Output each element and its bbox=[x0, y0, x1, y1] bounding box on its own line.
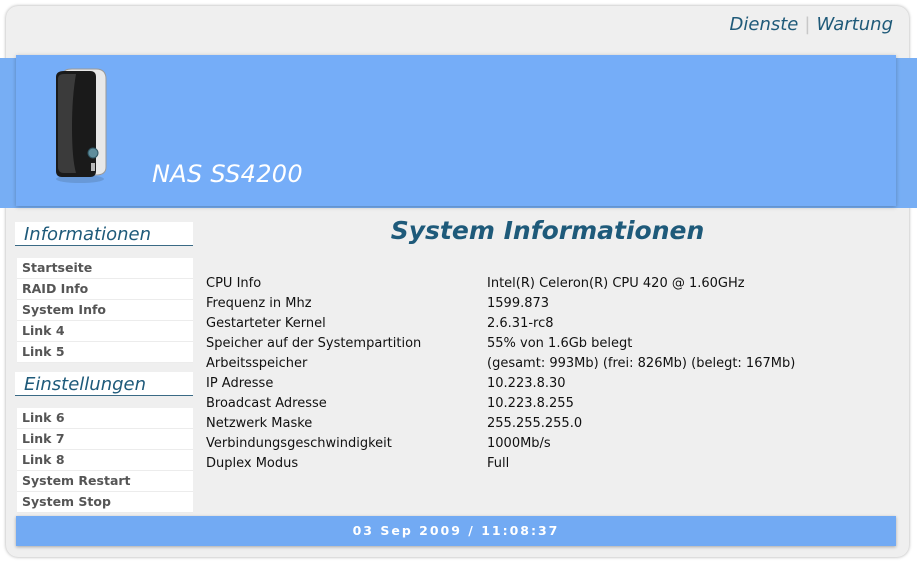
sidebar-item-link-7[interactable]: Link 7 bbox=[17, 429, 193, 450]
sidebar-item-system-restart[interactable]: System Restart bbox=[17, 471, 193, 492]
page-title: System Informationen bbox=[390, 216, 705, 245]
sidebar-menu-info: Startseite RAID Info System Info Link 4 … bbox=[17, 258, 193, 363]
info-value: (gesamt: 993Mb) (frei: 826Mb) (belegt: 1… bbox=[487, 356, 796, 371]
sidebar-item-link-5[interactable]: Link 5 bbox=[17, 342, 193, 363]
sidebar-item-link-8[interactable]: Link 8 bbox=[17, 450, 193, 471]
sidebar-item-system-info[interactable]: System Info bbox=[17, 300, 193, 321]
info-value: Full bbox=[487, 456, 510, 471]
nav-separator: | bbox=[804, 14, 811, 35]
info-value: 255.255.255.0 bbox=[487, 416, 583, 431]
sidebar-item-raid-info[interactable]: RAID Info bbox=[17, 279, 193, 300]
info-label: IP Adresse bbox=[206, 376, 274, 391]
sidebar-heading-informationen: Informationen bbox=[15, 222, 193, 246]
info-label: Netzwerk Maske bbox=[206, 416, 313, 431]
sidebar-heading-einstellungen: Einstellungen bbox=[15, 372, 193, 396]
sidebar-item-link-4[interactable]: Link 4 bbox=[17, 321, 193, 342]
info-value: 1599.873 bbox=[487, 296, 550, 311]
footer-bar: 03 Sep 2009 / 11:08:37 bbox=[16, 516, 896, 546]
info-value: 55% von 1.6Gb belegt bbox=[487, 336, 633, 351]
sidebar-menu-settings: Link 6 Link 7 Link 8 System Restart Syst… bbox=[17, 408, 193, 513]
nas-device-image bbox=[56, 68, 107, 183]
footer-datetime: 03 Sep 2009 / 11:08:37 bbox=[352, 523, 560, 538]
info-label: Broadcast Adresse bbox=[206, 396, 327, 411]
info-label: Gestarteter Kernel bbox=[206, 316, 326, 331]
info-label: Frequenz in Mhz bbox=[206, 296, 312, 311]
info-label: Duplex Modus bbox=[206, 456, 299, 471]
info-value: 2.6.31-rc8 bbox=[487, 316, 554, 331]
info-value: 1000Mb/s bbox=[487, 436, 551, 451]
sidebar-item-link-6[interactable]: Link 6 bbox=[17, 408, 193, 429]
nav-link-maintenance[interactable]: Wartung bbox=[816, 14, 893, 35]
product-title: NAS SS4200 bbox=[152, 160, 303, 188]
header-banner: NAS SS4200 bbox=[16, 55, 896, 206]
info-value: Intel(R) Celeron(R) CPU 420 @ 1.60GHz bbox=[487, 276, 745, 291]
info-value: 10.223.8.255 bbox=[487, 396, 574, 411]
info-label: CPU Info bbox=[206, 276, 262, 291]
info-label: Speicher auf der Systempartition bbox=[206, 336, 422, 351]
sidebar-item-startseite[interactable]: Startseite bbox=[17, 258, 193, 279]
top-nav: Dienste | Wartung bbox=[730, 14, 893, 35]
nav-link-services[interactable]: Dienste bbox=[730, 14, 799, 35]
info-label: Arbeitsspeicher bbox=[206, 356, 308, 371]
info-label: Verbindungsgeschwindigkeit bbox=[206, 436, 392, 451]
sidebar-item-system-stop[interactable]: System Stop bbox=[17, 492, 193, 513]
info-value: 10.223.8.30 bbox=[487, 376, 566, 391]
